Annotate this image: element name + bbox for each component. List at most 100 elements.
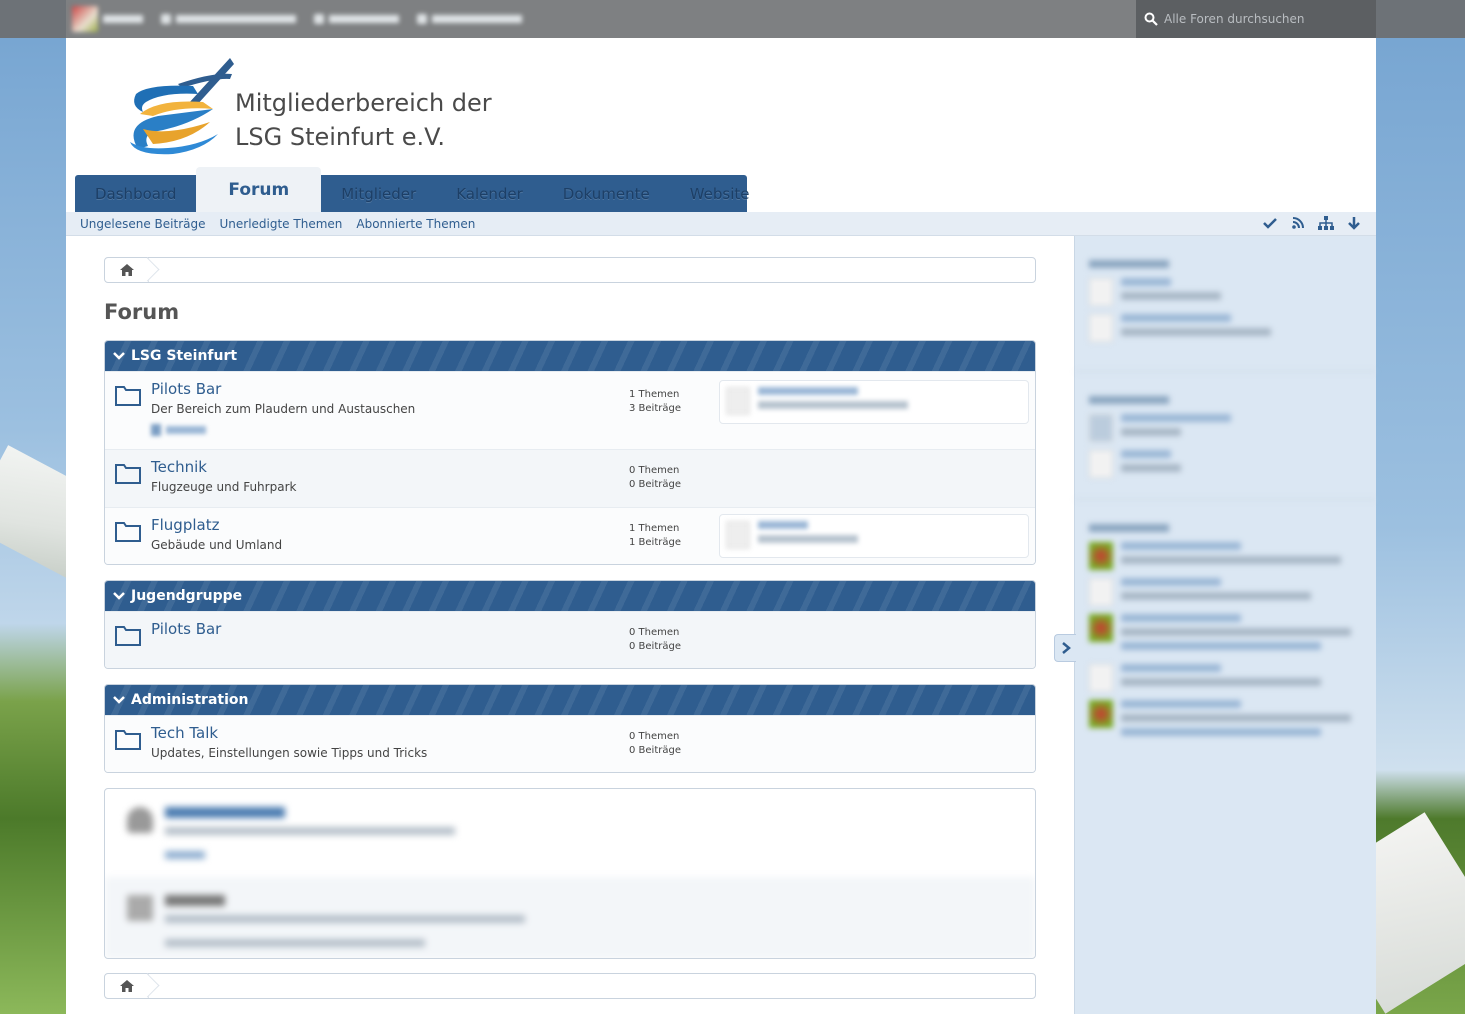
board-name[interactable]: Pilots Bar bbox=[151, 620, 221, 638]
folder-icon bbox=[115, 522, 141, 542]
board-stats: 0 Themen 0 Beiträge bbox=[629, 730, 681, 758]
tab-dokumente[interactable]: Dokumente bbox=[543, 175, 670, 212]
site-logo-text[interactable]: Mitgliederbereich der LSG Steinfurt e.V. bbox=[235, 86, 492, 154]
home-icon bbox=[119, 980, 134, 992]
board-description: Gebäude und Umland bbox=[151, 538, 283, 552]
notification-icon bbox=[161, 14, 171, 24]
users-online-section bbox=[105, 789, 1035, 877]
sitemap-icon[interactable] bbox=[1318, 216, 1334, 230]
folder-icon bbox=[115, 730, 141, 750]
board-stats: 0 Themen 0 Beiträge bbox=[629, 464, 681, 492]
category-title: Administration bbox=[131, 692, 249, 708]
breadcrumb-bottom bbox=[104, 973, 1036, 999]
page-title: Forum bbox=[104, 300, 180, 324]
thread-count: 0 Themen bbox=[629, 465, 680, 476]
tab-website[interactable]: Website bbox=[670, 175, 770, 212]
link-unread-posts[interactable]: Ungelesene Beiträge bbox=[80, 217, 205, 231]
breadcrumb-home[interactable] bbox=[105, 258, 149, 282]
category-title: Jugendgruppe bbox=[131, 588, 243, 604]
sidebar-active-threads bbox=[1075, 372, 1376, 500]
logo-line-2: LSG Steinfurt e.V. bbox=[235, 123, 446, 151]
glider-wing-image bbox=[1376, 812, 1465, 1014]
thread-count: 0 Themen bbox=[629, 731, 680, 742]
thread-count: 1 Themen bbox=[629, 389, 680, 400]
background-left bbox=[0, 38, 66, 1014]
board-stats: 1 Themen 3 Beiträge bbox=[629, 388, 681, 416]
background-right bbox=[1376, 38, 1465, 1014]
rss-icon[interactable] bbox=[1290, 216, 1306, 230]
sidebar bbox=[1074, 236, 1376, 1014]
board-description: Updates, Einstellungen sowie Tipps und T… bbox=[151, 746, 428, 760]
main-navigation: Dashboard Forum Mitglieder Kalender Doku… bbox=[75, 167, 750, 212]
chat-icon bbox=[417, 14, 427, 24]
category-header[interactable]: LSG Steinfurt bbox=[105, 341, 1035, 371]
board-stats: 1 Themen 1 Beiträge bbox=[629, 522, 681, 550]
folder-icon bbox=[115, 626, 141, 646]
board-row: Tech Talk Updates, Einstellungen sowie T… bbox=[105, 715, 1035, 772]
folder-icon bbox=[115, 464, 141, 484]
user-menu-item[interactable] bbox=[72, 6, 143, 32]
board-row: Technik Flugzeuge und Fuhrpark 0 Themen … bbox=[105, 449, 1035, 507]
user-menu-item[interactable] bbox=[161, 14, 296, 24]
checkmark-icon[interactable] bbox=[1262, 216, 1278, 230]
category-header[interactable]: Jugendgruppe bbox=[105, 581, 1035, 611]
board-row: Pilots Bar 0 Themen 0 Beiträge bbox=[105, 611, 1035, 668]
forum-statistics bbox=[104, 788, 1036, 959]
search-input[interactable] bbox=[1164, 12, 1364, 26]
breadcrumb bbox=[104, 257, 1036, 283]
board-row: Flugplatz Gebäude und Umland 1 Themen 1 … bbox=[105, 507, 1035, 564]
chevron-down-icon[interactable] bbox=[113, 695, 125, 705]
user-menu bbox=[66, 6, 522, 32]
logo-line-1: Mitgliederbereich der bbox=[235, 89, 492, 117]
user-menu-item[interactable] bbox=[314, 14, 399, 24]
last-post[interactable] bbox=[719, 380, 1029, 424]
statistics-section bbox=[105, 877, 1035, 958]
tab-kalender[interactable]: Kalender bbox=[436, 175, 543, 212]
link-subscribed-threads[interactable]: Abonnierte Themen bbox=[356, 217, 475, 231]
sidebar-latest-posts bbox=[1075, 236, 1376, 372]
board-name[interactable]: Technik bbox=[151, 458, 207, 476]
lsg-logo-icon bbox=[130, 58, 234, 155]
last-post[interactable] bbox=[719, 514, 1029, 558]
search-box bbox=[1136, 0, 1376, 38]
post-count: 3 Beiträge bbox=[629, 403, 681, 414]
user-icon bbox=[314, 14, 324, 24]
chevron-down-icon[interactable] bbox=[113, 591, 125, 601]
thread-count: 0 Themen bbox=[629, 627, 680, 638]
link-unsolved-threads[interactable]: Unerledigte Themen bbox=[219, 217, 342, 231]
tab-mitglieder[interactable]: Mitglieder bbox=[321, 175, 436, 212]
subforum-link[interactable] bbox=[151, 424, 206, 436]
arrow-down-icon[interactable] bbox=[1346, 216, 1362, 230]
board-name[interactable]: Flugplatz bbox=[151, 516, 219, 534]
user-menu-item[interactable] bbox=[417, 14, 522, 24]
breadcrumb-home[interactable] bbox=[105, 974, 149, 998]
category-title: LSG Steinfurt bbox=[131, 348, 238, 364]
category-administration: Administration Tech Talk Updates, Einste… bbox=[104, 684, 1036, 773]
sidebar-latest-activity bbox=[1075, 500, 1376, 764]
board-description: Der Bereich zum Plaudern und Austauschen bbox=[151, 402, 416, 416]
post-count: 0 Beiträge bbox=[629, 479, 681, 490]
post-count: 1 Beiträge bbox=[629, 537, 681, 548]
board-name[interactable]: Tech Talk bbox=[151, 724, 218, 742]
folder-icon bbox=[115, 386, 141, 406]
thread-count: 1 Themen bbox=[629, 523, 680, 534]
top-bar bbox=[0, 0, 1465, 38]
tab-dashboard[interactable]: Dashboard bbox=[75, 175, 196, 212]
page: Mitgliederbereich der LSG Steinfurt e.V.… bbox=[66, 38, 1376, 1014]
sidebar-toggle-button[interactable] bbox=[1054, 634, 1076, 662]
user-avatar bbox=[72, 6, 98, 32]
tab-forum[interactable]: Forum bbox=[196, 167, 322, 212]
board-row: Pilots Bar Der Bereich zum Plaudern und … bbox=[105, 371, 1035, 449]
sub-navigation: Ungelesene Beiträge Unerledigte Themen A… bbox=[66, 212, 1376, 236]
post-count: 0 Beiträge bbox=[629, 745, 681, 756]
category-jugendgruppe: Jugendgruppe Pilots Bar 0 Themen 0 Beitr… bbox=[104, 580, 1036, 669]
category-header[interactable]: Administration bbox=[105, 685, 1035, 715]
board-name[interactable]: Pilots Bar bbox=[151, 380, 221, 398]
post-count: 0 Beiträge bbox=[629, 641, 681, 652]
subnav-icons bbox=[1262, 216, 1362, 230]
home-icon bbox=[119, 264, 134, 276]
chevron-down-icon[interactable] bbox=[113, 351, 125, 361]
top-bar-inner bbox=[66, 0, 1376, 38]
category-lsg-steinfurt: LSG Steinfurt Pilots Bar Der Bereich zum… bbox=[104, 340, 1036, 565]
chevron-right-icon bbox=[1061, 642, 1071, 654]
